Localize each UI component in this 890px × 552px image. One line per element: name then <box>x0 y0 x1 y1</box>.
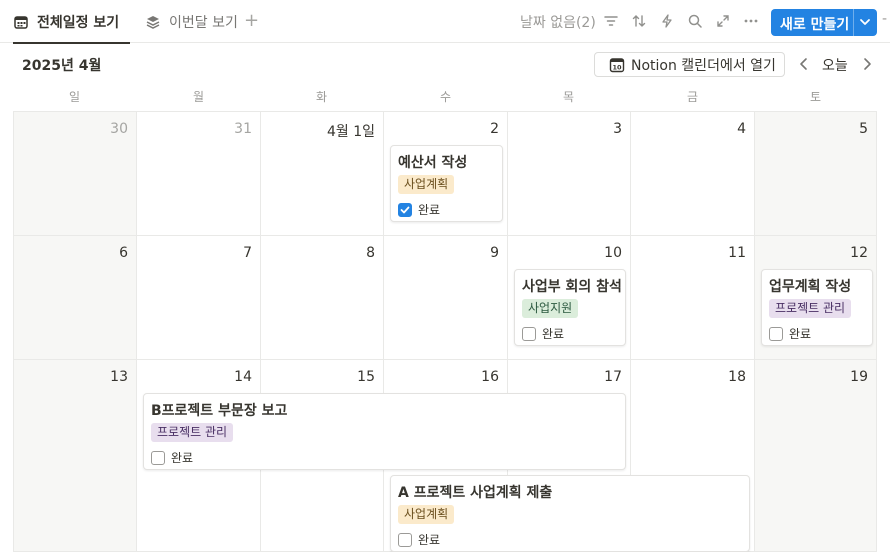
day-number: 14 <box>234 369 252 385</box>
new-item-button[interactable]: 새로 만들기 <box>771 9 877 36</box>
calendar-icon <box>13 14 29 30</box>
event-tag: 사업계획 <box>398 175 455 194</box>
weekday-tue: 화 <box>315 90 328 104</box>
weekday-wed: 수 <box>439 90 452 104</box>
expand-icon[interactable] <box>715 13 731 29</box>
day-cell[interactable]: 7 <box>137 236 261 360</box>
layers-icon <box>145 14 161 30</box>
day-number: 19 <box>850 369 868 385</box>
done-label: 완료 <box>542 327 565 341</box>
tab-this-month[interactable]: 이번달 보기 <box>145 0 238 43</box>
day-cell[interactable]: 11 <box>631 236 755 360</box>
day-cell[interactable]: 4 <box>631 112 755 236</box>
day-cell[interactable]: 6 <box>14 236 137 360</box>
done-checkbox[interactable]: 완료 <box>151 449 193 466</box>
day-number: 18 <box>728 369 746 385</box>
next-month-icon[interactable] <box>860 56 874 72</box>
day-cell[interactable]: 30 <box>14 112 137 236</box>
done-label: 완료 <box>789 327 812 341</box>
checkbox-icon[interactable] <box>769 326 783 341</box>
weekday-mon: 월 <box>192 90 205 104</box>
done-label: 완료 <box>171 451 194 465</box>
event-card-a-project-plan[interactable]: A 프로젝트 사업계획 제출 사업계획 완료 <box>390 475 750 552</box>
day-cell[interactable]: 13 <box>14 360 137 552</box>
day-number: 4 <box>737 121 746 137</box>
weekday-sun: 일 <box>68 90 81 104</box>
sort-icon[interactable] <box>631 13 647 29</box>
chevron-down-icon[interactable] <box>857 14 873 30</box>
done-checkbox[interactable]: 완료 <box>398 531 440 548</box>
checkbox-icon[interactable] <box>398 532 412 547</box>
new-item-label: 새로 만들기 <box>780 17 850 33</box>
done-label: 완료 <box>418 533 441 547</box>
event-card-work-plan[interactable]: 업무계획 작성 프로젝트 관리 완료 <box>761 269 873 346</box>
day-number: 6 <box>119 245 128 261</box>
event-tag: 프로젝트 관리 <box>769 299 852 318</box>
event-tag: 사업계획 <box>398 505 455 524</box>
day-number: 8 <box>366 245 375 261</box>
add-view-button[interactable]: + <box>244 10 259 31</box>
view-tabs-bar: 전체일정 보기 이번달 보기 + 날짜 없음(2) 새로 만들기 - <box>0 0 890 44</box>
day-cell[interactable]: 4월 1일 <box>261 112 384 236</box>
weekday-fri: 금 <box>686 90 699 104</box>
event-card-meeting[interactable]: 사업부 회의 참석 사업지원 완료 <box>514 269 626 346</box>
button-divider <box>853 9 854 36</box>
checkbox-icon[interactable] <box>398 202 412 217</box>
more-options-icon[interactable] <box>743 13 759 29</box>
done-checkbox[interactable]: 완료 <box>522 325 564 342</box>
open-in-calendar-label: Notion 캘린더에서 열기 <box>631 57 776 74</box>
day-cell[interactable]: 3 <box>508 112 631 236</box>
event-title: A 프로젝트 사업계획 제출 <box>398 485 553 501</box>
notion-calendar-icon: 10 <box>609 57 625 73</box>
event-card-budget[interactable]: 예산서 작성 사업계획 완료 <box>390 145 503 222</box>
event-card-b-project-report[interactable]: B프로젝트 부문장 보고 프로젝트 관리 완료 <box>143 393 626 470</box>
day-number: 9 <box>490 245 499 261</box>
filter-icon[interactable] <box>603 13 619 29</box>
event-tag: 프로젝트 관리 <box>151 423 234 442</box>
day-number: 2 <box>490 121 499 137</box>
weekday-thu: 목 <box>562 90 575 104</box>
automation-bolt-icon[interactable] <box>659 13 675 29</box>
day-number: 10 <box>604 245 622 261</box>
day-cell[interactable]: 19 <box>755 360 877 552</box>
event-title: 업무계획 작성 <box>769 279 852 295</box>
svg-text:10: 10 <box>612 63 622 71</box>
weekday-sat: 토 <box>809 90 822 104</box>
search-icon[interactable] <box>687 13 703 29</box>
day-number: 15 <box>357 369 375 385</box>
day-number: 5 <box>859 121 868 137</box>
no-date-button[interactable]: 날짜 없음(2) <box>520 12 596 32</box>
tab-label: 전체일정 보기 <box>37 14 120 31</box>
month-title: 2025년 4월 <box>22 58 102 74</box>
open-in-notion-calendar-button[interactable]: 10 Notion 캘린더에서 열기 <box>594 52 785 77</box>
day-number: 31 <box>234 121 252 137</box>
day-number: 11 <box>728 245 746 261</box>
day-number: 4월 1일 <box>326 124 375 140</box>
day-number: 12 <box>850 245 868 261</box>
overflow-indicator: - <box>882 11 888 27</box>
event-title: B프로젝트 부문장 보고 <box>151 403 288 419</box>
day-number: 7 <box>243 245 252 261</box>
tab-all-schedule[interactable]: 전체일정 보기 <box>13 0 131 44</box>
previous-month-icon[interactable] <box>797 56 811 72</box>
day-number: 17 <box>604 369 622 385</box>
event-title: 예산서 작성 <box>398 155 468 171</box>
day-number: 16 <box>481 369 499 385</box>
event-tag: 사업지원 <box>522 299 579 318</box>
done-checkbox[interactable]: 완료 <box>769 325 811 342</box>
day-cell[interactable]: 5 <box>755 112 877 236</box>
day-number: 3 <box>613 121 622 137</box>
done-checkbox[interactable]: 완료 <box>398 201 440 218</box>
checkbox-icon[interactable] <box>151 450 165 465</box>
day-number: 13 <box>110 369 128 385</box>
event-title: 사업부 회의 참석 <box>522 279 622 295</box>
today-button[interactable]: 오늘 <box>822 55 848 75</box>
tab-label: 이번달 보기 <box>169 14 238 31</box>
done-label: 완료 <box>418 203 441 217</box>
checkbox-icon[interactable] <box>522 326 536 341</box>
day-cell[interactable]: 9 <box>384 236 508 360</box>
day-cell[interactable]: 8 <box>261 236 384 360</box>
day-cell[interactable]: 31 <box>137 112 261 236</box>
day-number: 30 <box>110 121 128 137</box>
